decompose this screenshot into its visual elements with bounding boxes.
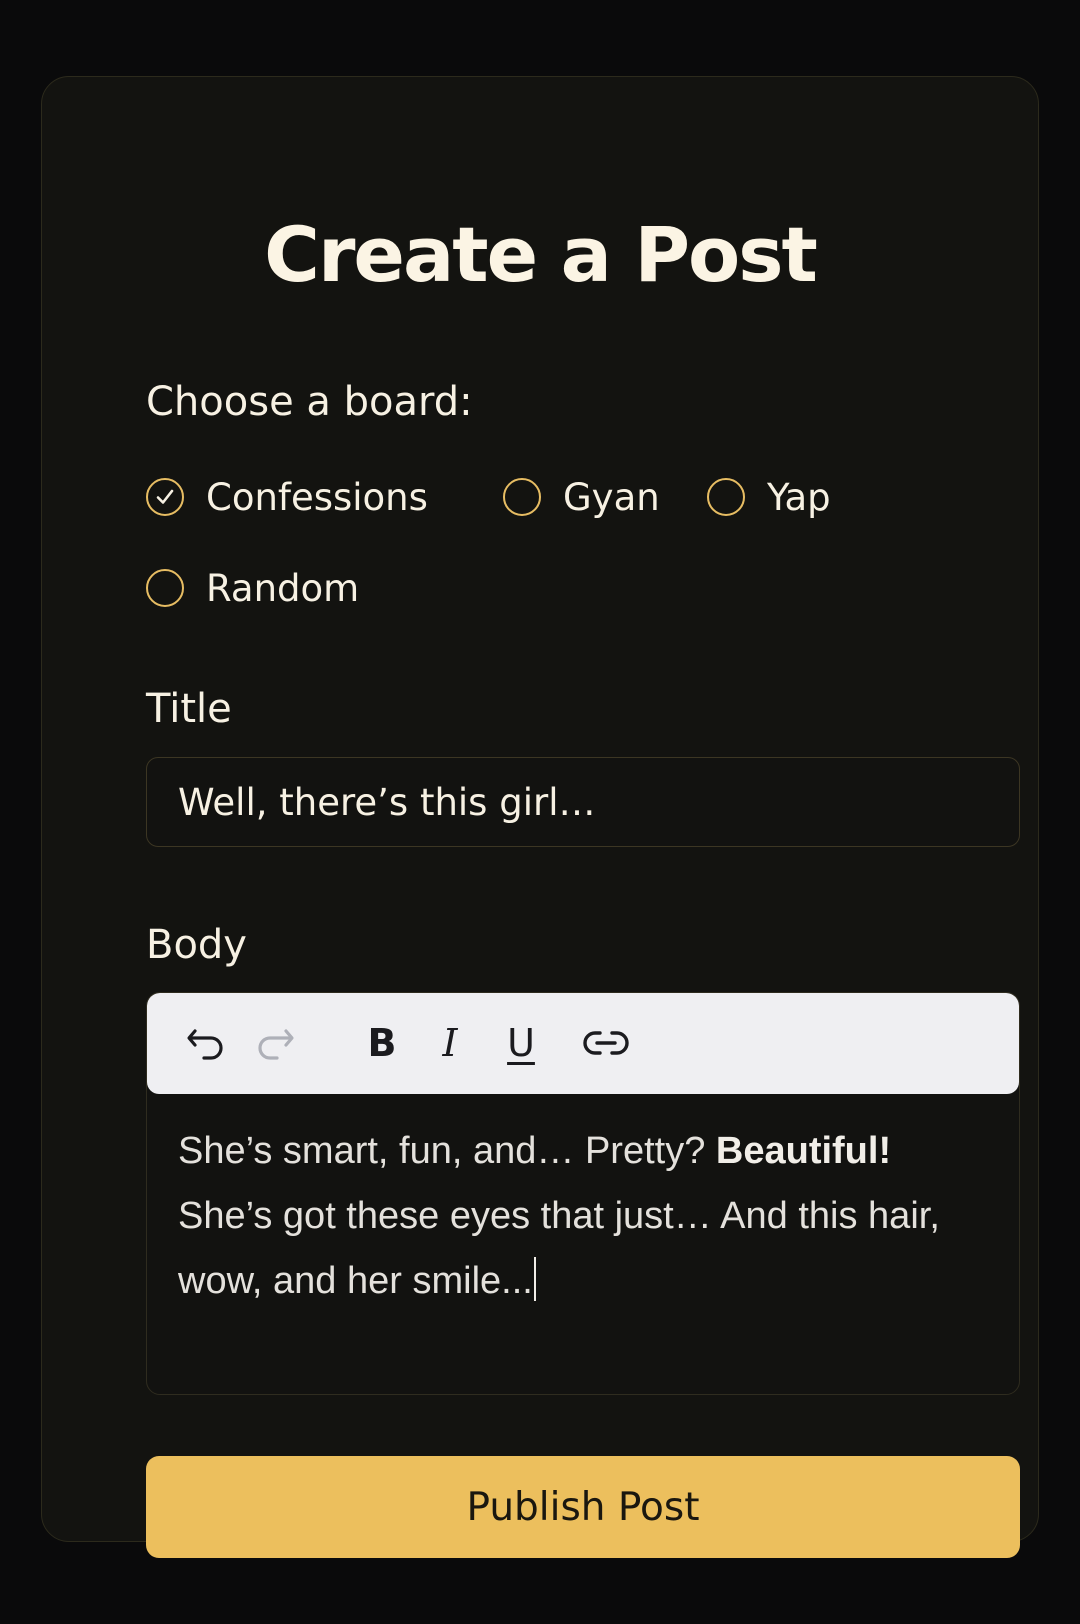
- board-label: Choose a board:: [146, 379, 473, 425]
- board-option-label: Yap: [767, 475, 831, 519]
- page-title: Create a Post: [264, 210, 818, 299]
- body-label: Body: [146, 922, 247, 968]
- body-text-segment: She’s smart, fun, and… Pretty?: [178, 1130, 716, 1172]
- create-post-card: Create a Post Choose a board: Confession…: [41, 76, 1039, 1558]
- radio-checked-icon[interactable]: [146, 478, 184, 516]
- link-button[interactable]: [579, 1016, 633, 1070]
- editor-toolbar: B I U: [147, 993, 1019, 1094]
- board-option-label: Confessions: [206, 475, 428, 519]
- title-input[interactable]: [146, 757, 1020, 847]
- body-editor[interactable]: B I U She’s smart, fun, and… Pretty? Bea…: [146, 992, 1020, 1395]
- publish-post-button[interactable]: Publish Post: [146, 1456, 1020, 1558]
- board-option-yap[interactable]: Yap: [707, 478, 831, 516]
- redo-button[interactable]: [248, 1016, 302, 1070]
- title-label: Title: [146, 686, 232, 732]
- italic-button[interactable]: I: [423, 1016, 477, 1070]
- text-caret: [533, 1257, 536, 1301]
- board-option-gyan[interactable]: Gyan: [503, 478, 660, 516]
- radio-unchecked-icon[interactable]: [503, 478, 541, 516]
- italic-icon: I: [442, 1021, 458, 1065]
- link-icon: [583, 1031, 629, 1055]
- undo-button[interactable]: [179, 1016, 233, 1070]
- body-text-segment: She’s got these eyes that just… And this…: [178, 1195, 940, 1302]
- radio-unchecked-icon[interactable]: [146, 569, 184, 607]
- board-option-label: Random: [206, 566, 360, 610]
- body-text[interactable]: She’s smart, fun, and… Pretty? Beautiful…: [178, 1119, 988, 1314]
- board-option-random[interactable]: Random: [146, 569, 359, 607]
- bold-icon: B: [367, 1021, 397, 1065]
- board-option-label: Gyan: [563, 475, 660, 519]
- underline-icon: U: [507, 1021, 535, 1065]
- underline-button[interactable]: U: [494, 1016, 548, 1070]
- board-option-confessions[interactable]: Confessions: [146, 478, 428, 516]
- body-text-bold: Beautiful!: [715, 1130, 892, 1172]
- bold-button[interactable]: B: [355, 1016, 409, 1070]
- radio-unchecked-icon[interactable]: [707, 478, 745, 516]
- redo-icon: [258, 1029, 294, 1060]
- undo-icon: [187, 1029, 223, 1060]
